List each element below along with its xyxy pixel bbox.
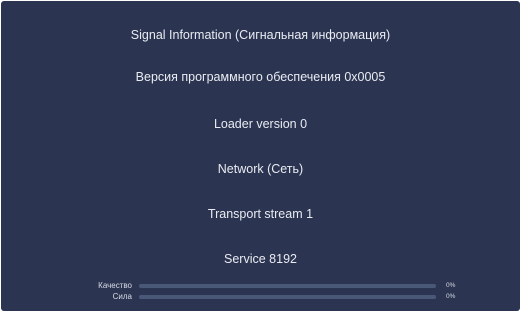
service: Service 8192 (224, 252, 297, 266)
loader-version: Loader version 0 (213, 117, 308, 131)
quality-value: 0% (446, 282, 456, 289)
screen-title: Signal Information (Сигнальная информаци… (130, 28, 391, 42)
quality-label: Качество (98, 281, 132, 290)
quality-bar (139, 284, 436, 288)
strength-value: 0% (446, 293, 456, 300)
strength-bar (139, 295, 436, 299)
strength-meter: Сила 0% (1, 292, 520, 302)
quality-meter: Качество 0% (1, 281, 520, 291)
software-version: Версия программного обеспечения 0x0005 (135, 70, 386, 84)
signal-info-screen: Signal Information (Сигнальная информаци… (1, 1, 520, 311)
transport-stream: Transport stream 1 (207, 207, 314, 221)
network: Network (Сеть) (217, 162, 304, 176)
strength-label: Сила (112, 292, 132, 301)
